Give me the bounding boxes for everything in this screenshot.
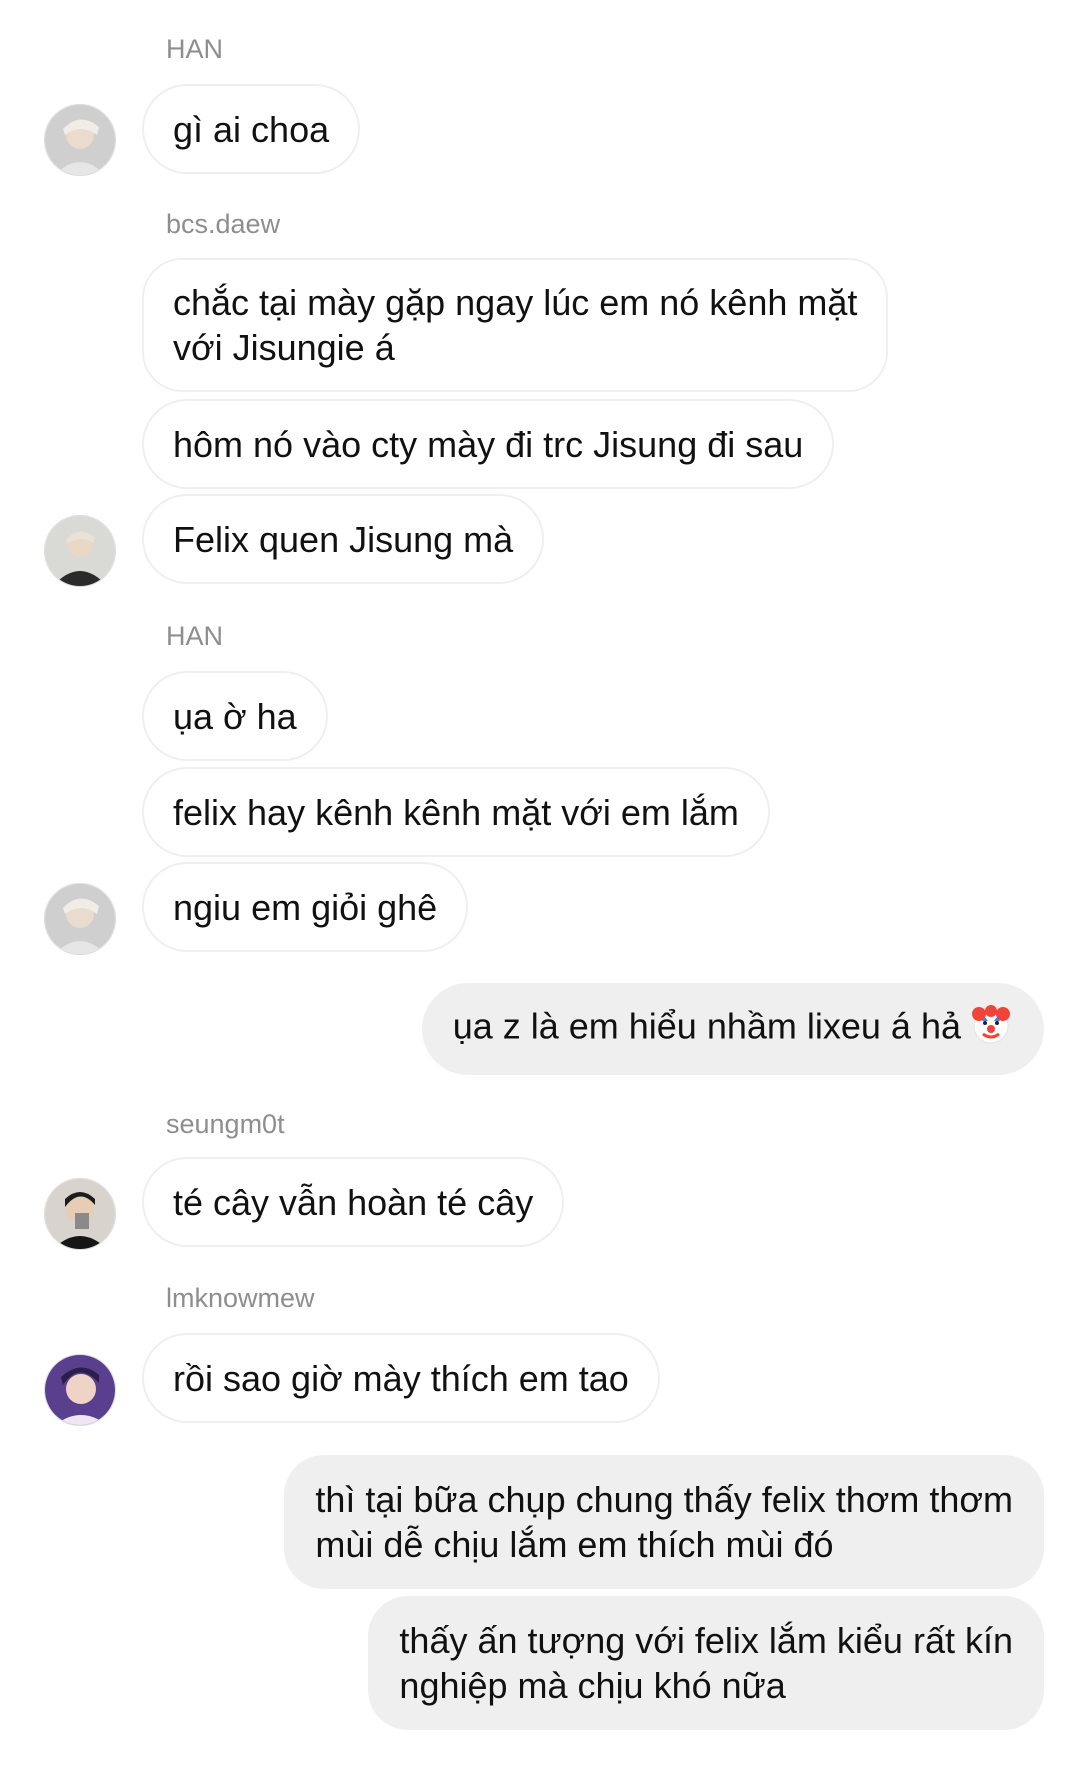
message-bubble[interactable]: té cây vẫn hoàn té cây <box>142 1157 565 1247</box>
message-text: ụa z là em hiểu nhầm lixeu á hả <box>453 1002 1013 1056</box>
message-text: té cây vẫn hoàn té cây <box>173 1181 534 1223</box>
avatar-lmknowmew[interactable] <box>44 1354 116 1426</box>
message-bubble[interactable]: ụa ờ ha <box>142 671 328 761</box>
message-text-line: chắc tại mày gặp ngay lúc em nó kênh mặt <box>173 282 858 323</box>
message-text: ngiu em giỏi ghê <box>173 886 438 928</box>
sender-name-bcs-daew: bcs.daew <box>166 209 281 239</box>
message-text-line: thì tại bữa chụp chung thấy felix thơm t… <box>315 1479 1013 1520</box>
message-bubble[interactable]: felix hay kênh kênh mặt với em lắm <box>142 767 770 857</box>
message-text: gì ai choa <box>173 108 330 150</box>
message-bubble[interactable]: Felix quen Jisung mà <box>142 494 545 584</box>
avatar-bcs-daew[interactable] <box>44 515 116 587</box>
sender-name-lmknowmew: lmknowmew <box>166 1283 315 1313</box>
message-bubble-outgoing[interactable]: thì tại bữa chụp chung thấy felix thơm t… <box>284 1455 1044 1589</box>
message-text: hôm nó vào cty mày đi trc Jisung đi sau <box>173 423 804 465</box>
message-bubble[interactable]: ngiu em giỏi ghê <box>142 862 469 952</box>
avatar-seungm0t[interactable] <box>44 1178 116 1250</box>
clown-face-icon <box>969 1002 1013 1056</box>
message-bubble[interactable]: hôm nó vào cty mày đi trc Jisung đi sau <box>142 399 835 489</box>
message-bubble-outgoing[interactable]: ụa z là em hiểu nhầm lixeu á hả <box>421 983 1044 1075</box>
message-text-line: nghiệp mà chịu khó nữa <box>399 1665 786 1706</box>
avatar-han[interactable] <box>44 883 116 955</box>
sender-name-seungm0t: seungm0t <box>166 1109 285 1139</box>
message-bubble-outgoing[interactable]: thấy ấn tượng với felix lắm kiểu rất kín… <box>368 1596 1044 1730</box>
message-text: ụa ờ ha <box>173 695 297 737</box>
message-text-line: mùi dễ chịu lắm em thích mùi đó <box>315 1524 834 1565</box>
message-bubble[interactable]: chắc tại mày gặp ngay lúc em nó kênh mặt… <box>142 258 889 392</box>
message-text: Felix quen Jisung mà <box>173 518 514 560</box>
message-text-line: thấy ấn tượng với felix lắm kiểu rất kín <box>399 1620 1013 1661</box>
avatar-han[interactable] <box>44 104 116 176</box>
message-text-line: với Jisungie á <box>173 327 395 368</box>
message-bubble[interactable]: gì ai choa <box>142 84 361 174</box>
message-text-content: ụa z là em hiểu nhầm lixeu á hả <box>452 1005 961 1047</box>
message-bubble[interactable]: rồi sao giờ mày thích em tao <box>142 1333 660 1423</box>
message-text: felix hay kênh kênh mặt với em lắm <box>173 791 739 833</box>
sender-name-han: HAN <box>166 621 224 651</box>
message-text: rồi sao giờ mày thích em tao <box>173 1357 629 1399</box>
sender-name-han: HAN <box>166 34 224 64</box>
